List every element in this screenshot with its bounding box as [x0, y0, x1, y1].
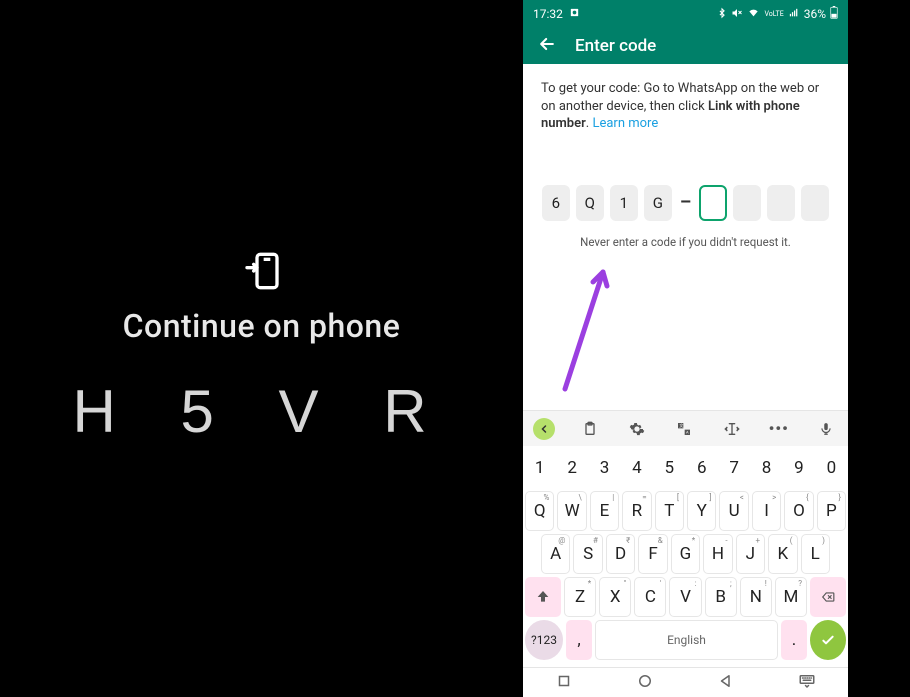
key-l[interactable]: L) — [801, 534, 830, 574]
key-f[interactable]: F& — [638, 534, 667, 574]
key-2[interactable]: 2 — [557, 448, 586, 488]
key-j[interactable]: J+ — [736, 534, 765, 574]
gear-icon[interactable] — [625, 417, 649, 441]
mic-icon[interactable] — [814, 417, 838, 441]
clipboard-icon[interactable] — [578, 417, 602, 441]
key-u[interactable]: U< — [719, 491, 748, 531]
key-8[interactable]: 8 — [752, 448, 781, 488]
annotation-arrow-icon — [555, 264, 615, 394]
soft-keyboard: 1234567890 Q%W\E|R=T[Y]U<I>O{P} A@S#D₹F&… — [523, 446, 848, 667]
key-a[interactable]: A@ — [541, 534, 570, 574]
key-7[interactable]: 7 — [719, 448, 748, 488]
code-dash: – — [678, 192, 693, 213]
key-y[interactable]: Y] — [687, 491, 716, 531]
learn-more-link[interactable]: Learn more — [592, 116, 658, 131]
svg-text:文: 文 — [680, 422, 684, 428]
key-r[interactable]: R= — [622, 491, 651, 531]
key-space[interactable]: English — [595, 620, 778, 660]
key-z[interactable]: Z* — [564, 577, 596, 617]
code-cell-empty[interactable] — [801, 185, 829, 221]
code-cell-empty[interactable] — [767, 185, 795, 221]
nav-recents[interactable] — [555, 672, 573, 694]
status-time: 17:32 — [533, 7, 563, 21]
key-9[interactable]: 9 — [784, 448, 813, 488]
continue-title: Continue on phone — [123, 307, 401, 345]
key-d[interactable]: D₹ — [606, 534, 635, 574]
key-h[interactable]: H- — [703, 534, 732, 574]
app-topbar: Enter code — [523, 28, 848, 64]
status-bar: 17:32 VoLTE 36% — [523, 0, 848, 28]
key-g[interactable]: G* — [671, 534, 700, 574]
battery-icon — [830, 6, 838, 22]
bluetooth-icon — [717, 7, 727, 22]
key-6[interactable]: 6 — [687, 448, 716, 488]
pairing-code: H 5 V R — [72, 377, 450, 446]
nav-back[interactable] — [717, 672, 735, 694]
svg-text:A: A — [686, 429, 689, 434]
key-enter[interactable] — [810, 620, 846, 660]
key-t[interactable]: T[ — [655, 491, 684, 531]
key-4[interactable]: 4 — [622, 448, 651, 488]
toolbar-back-icon[interactable] — [533, 418, 555, 440]
volte-icon: VoLTE — [764, 11, 783, 18]
key-m[interactable]: M? — [775, 577, 807, 617]
nav-home[interactable] — [636, 672, 654, 694]
code-cell[interactable]: 1 — [610, 185, 638, 221]
code-input-row: 6 Q 1 G – — [541, 185, 830, 221]
android-navbar — [523, 667, 848, 697]
translate-icon[interactable]: 文A — [672, 417, 696, 441]
key-q[interactable]: Q% — [525, 491, 554, 531]
code-warning: Never enter a code if you didn't request… — [541, 235, 830, 249]
key-k[interactable]: K( — [768, 534, 797, 574]
key-shift[interactable] — [525, 577, 561, 617]
screenshot-icon — [569, 7, 580, 21]
key-c[interactable]: C' — [634, 577, 666, 617]
text-cursor-icon[interactable] — [720, 417, 744, 441]
key-0[interactable]: 0 — [817, 448, 846, 488]
instructions-text: To get your code: Go to WhatsApp on the … — [541, 80, 830, 133]
status-battery-text: 36% — [804, 7, 826, 21]
key-n[interactable]: N! — [740, 577, 772, 617]
code-cell[interactable]: G — [644, 185, 672, 221]
key-i[interactable]: I> — [752, 491, 781, 531]
key-dot[interactable]: . — [781, 620, 807, 660]
key-b[interactable]: B; — [705, 577, 737, 617]
back-button[interactable] — [537, 34, 557, 58]
key-x[interactable]: X" — [599, 577, 631, 617]
code-cell-empty[interactable] — [733, 185, 761, 221]
key-backspace[interactable] — [810, 577, 846, 617]
screen-title: Enter code — [575, 36, 656, 56]
wifi-icon — [747, 7, 760, 21]
mute-icon — [731, 7, 743, 22]
key-5[interactable]: 5 — [655, 448, 684, 488]
code-cell[interactable]: 6 — [542, 185, 570, 221]
key-w[interactable]: W\ — [557, 491, 586, 531]
code-cell-active[interactable] — [699, 185, 727, 221]
code-cell[interactable]: Q — [576, 185, 604, 221]
continue-on-phone-icon — [242, 251, 282, 295]
phone-frame: 17:32 VoLTE 36% Enter code — [523, 0, 848, 697]
more-icon[interactable]: ••• — [767, 417, 791, 441]
key-p[interactable]: P} — [817, 491, 846, 531]
signal-icon — [788, 7, 800, 21]
key-mode-switch[interactable]: ?123 — [525, 620, 563, 660]
key-e[interactable]: E| — [590, 491, 619, 531]
key-o[interactable]: O{ — [784, 491, 813, 531]
key-s[interactable]: S# — [573, 534, 602, 574]
key-3[interactable]: 3 — [590, 448, 619, 488]
screen-body: To get your code: Go to WhatsApp on the … — [523, 64, 848, 410]
nav-keyboard-hide[interactable] — [798, 672, 816, 694]
desktop-continue-panel: Continue on phone H 5 V R — [0, 0, 523, 697]
keyboard-toolbar: 文A ••• — [523, 410, 848, 446]
key-comma[interactable]: , — [566, 620, 592, 660]
key-1[interactable]: 1 — [525, 448, 554, 488]
key-v[interactable]: V: — [669, 577, 701, 617]
